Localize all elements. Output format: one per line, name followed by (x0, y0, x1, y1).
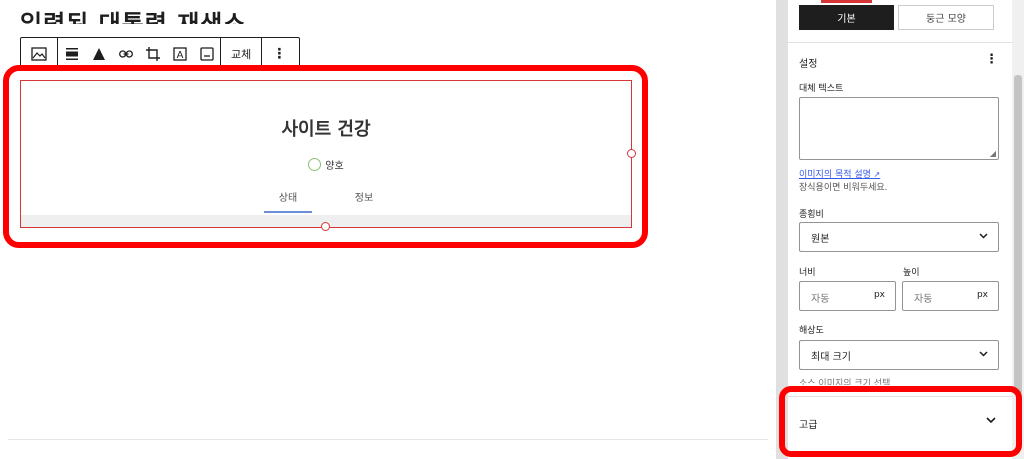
chevron-down-icon (979, 349, 988, 360)
image-title: 사이트 건강 (281, 119, 371, 140)
link-icon[interactable] (112, 38, 139, 70)
style-tab-default[interactable]: 기본 (799, 0, 894, 30)
width-input[interactable]: 자동 px (799, 281, 896, 311)
aspect-ratio-select[interactable]: 원본 (799, 222, 999, 252)
alt-text-label: 대체 텍스트 (799, 84, 844, 94)
aspect-ratio-label: 종횡비 (799, 210, 824, 220)
height-label: 높이 (903, 268, 920, 278)
image-block[interactable]: 사이트 건강 양호 상태 정보 (20, 80, 632, 228)
more-options-button[interactable]: ⋮ (262, 38, 296, 70)
resize-handle-right[interactable] (627, 149, 636, 158)
advanced-panel-toggle[interactable]: 고급 (788, 396, 1012, 449)
image-tabs: 상태 정보 (21, 189, 631, 213)
duotone-icon[interactable] (85, 38, 112, 70)
style-tabs: 기본 둥근 모양 (799, 0, 994, 30)
alt-help-link[interactable]: 이미지의 목적 설명 ↗ (799, 167, 880, 180)
align-icon[interactable] (58, 38, 85, 70)
external-link-icon: ↗ (870, 170, 881, 179)
status-label: 양호 (325, 161, 344, 172)
chevron-down-icon (979, 231, 988, 242)
post-heading[interactable]: 입력된 대통령 재생소 (20, 0, 246, 24)
chevron-down-icon (986, 414, 996, 427)
resolution-label: 해상도 (799, 326, 824, 336)
text-overlay-icon[interactable]: A (166, 38, 193, 70)
svg-text:A: A (176, 50, 183, 61)
caption-icon[interactable] (193, 38, 220, 70)
sidebar-border (776, 0, 788, 459)
sidebar-divider (788, 42, 1012, 43)
style-tab-rounded[interactable]: 둥근 모양 (898, 5, 994, 30)
block-toolbar: A 교체 ⋮ (20, 37, 300, 71)
image-tab-info: 정보 (354, 193, 374, 204)
crop-icon[interactable] (139, 38, 166, 70)
sidebar-scrollbar-thumb[interactable] (1014, 75, 1022, 395)
height-input[interactable]: 자동 px (902, 281, 999, 311)
alt-text-input[interactable]: ◢ (799, 97, 999, 160)
content-divider (8, 439, 768, 440)
image-status: 양호 (21, 157, 631, 172)
image-tab-status: 상태 (250, 189, 326, 213)
status-circle-icon (308, 158, 322, 171)
settings-menu-button[interactable]: ⋮ (985, 52, 998, 67)
resize-grip-icon[interactable]: ◢ (990, 149, 996, 158)
replace-button[interactable]: 교체 (221, 38, 261, 70)
resolution-help: 소스 이미지의 크기 선택 (799, 379, 891, 385)
resize-handle-bottom[interactable] (321, 222, 330, 231)
width-label: 너비 (799, 268, 816, 278)
image-block-icon[interactable] (21, 38, 57, 70)
settings-sidebar: 기본 둥근 모양 설정 ⋮ 대체 텍스트 ◢ 이미지의 목적 설명 ↗ 장식용이… (788, 0, 1012, 459)
resolution-select[interactable]: 최대 크기 (799, 340, 999, 370)
alt-help-text: 장식용이면 비워두세요. (799, 183, 888, 193)
settings-section-title: 설정 (799, 59, 818, 70)
advanced-label: 고급 (799, 420, 818, 431)
